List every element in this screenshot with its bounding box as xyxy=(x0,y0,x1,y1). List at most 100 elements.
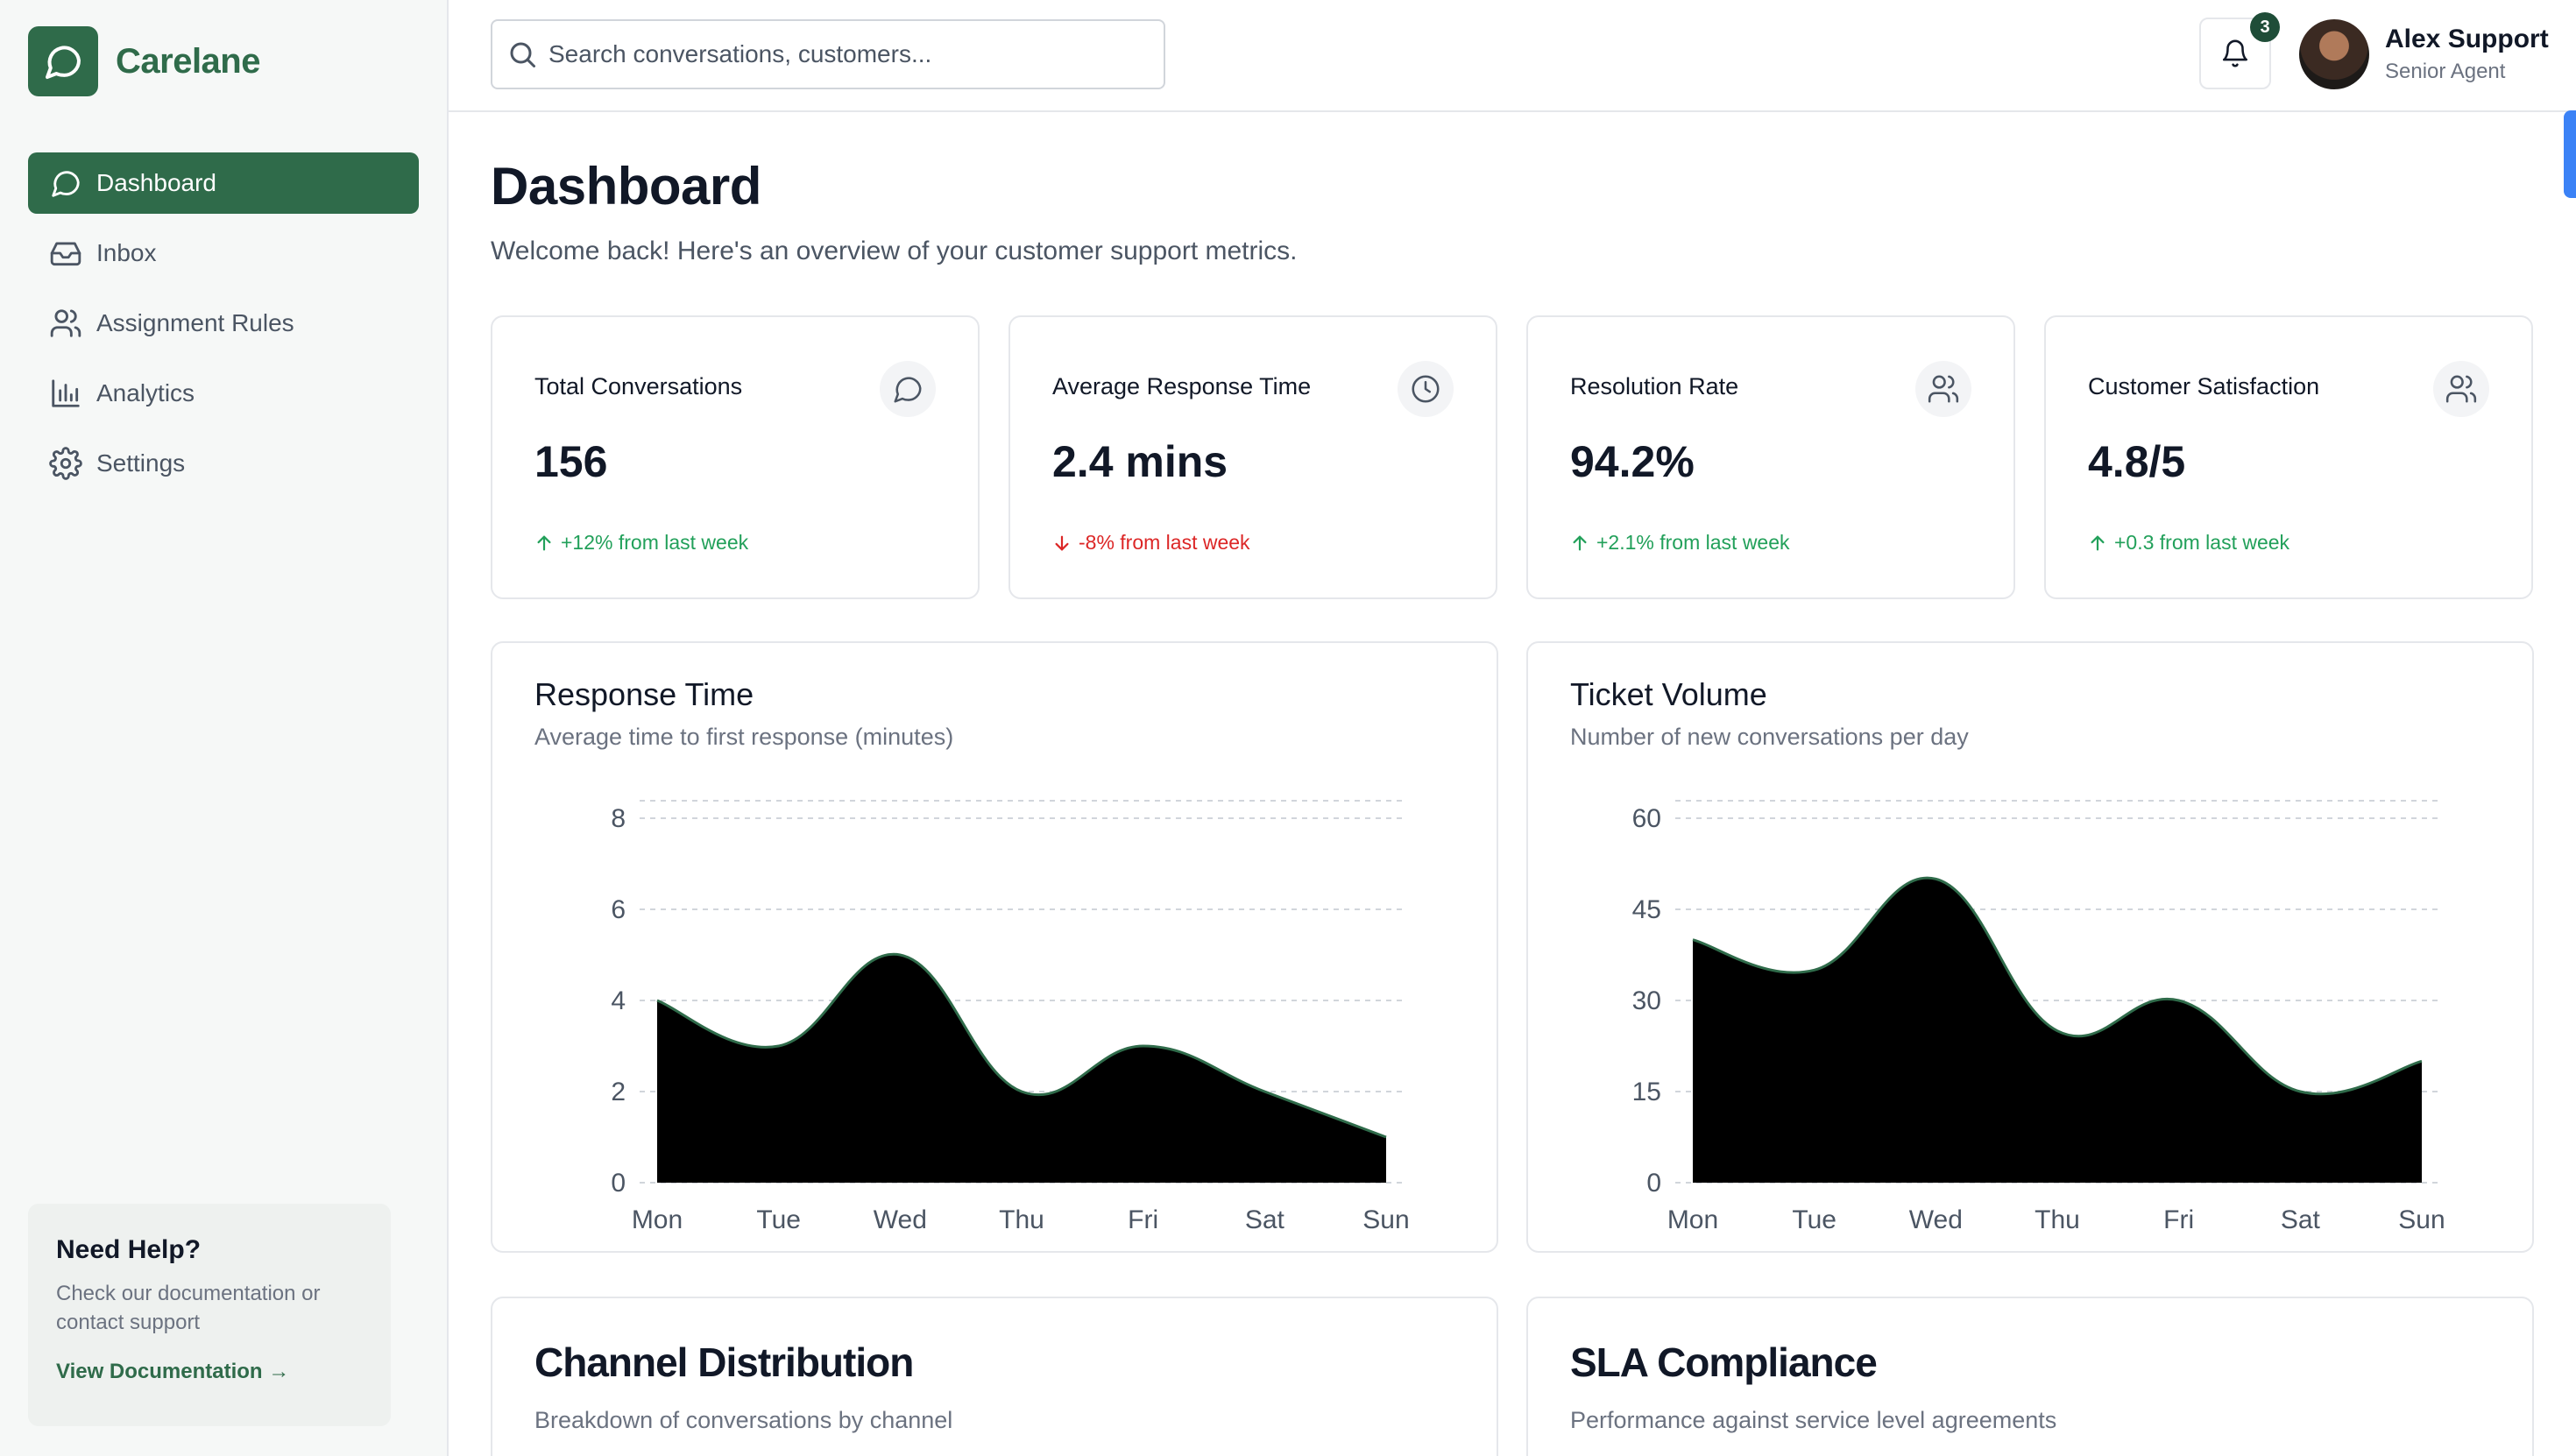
sidebar-item-inbox[interactable]: Inbox xyxy=(28,223,419,284)
stat-label: Customer Satisfaction xyxy=(2088,373,2320,399)
y-tick-label: 8 xyxy=(611,804,626,833)
brand[interactable]: Carelane xyxy=(28,26,260,96)
y-tick-label: 0 xyxy=(611,1169,626,1198)
inbox-icon xyxy=(50,242,81,266)
sla-compliance-card: SLA Compliance Performance against servi… xyxy=(1526,1297,2534,1456)
y-tick-label: 0 xyxy=(1646,1169,1661,1198)
y-tick-label: 4 xyxy=(611,986,626,1015)
stat-trend-text: +0.3 from last week xyxy=(2114,531,2290,554)
stat-icon xyxy=(2433,361,2489,417)
section-subtitle: Breakdown of conversations by channel xyxy=(534,1407,953,1433)
scroll-indicator[interactable] xyxy=(2564,110,2576,198)
gear-icon xyxy=(49,447,82,480)
y-tick-label: 2 xyxy=(611,1078,626,1106)
x-tick-label: Sun xyxy=(1362,1205,1409,1234)
top-header: 3 Alex Support Senior Agent xyxy=(449,0,2576,112)
search-input[interactable] xyxy=(548,40,1144,68)
x-tick-label: Fri xyxy=(1128,1205,1158,1234)
stat-value: 94.2% xyxy=(1570,437,1695,486)
stat-trend: +0.3 from last week xyxy=(2088,531,2289,555)
stat-trend: +2.1% from last week xyxy=(1570,531,1790,555)
channel-distribution-card: Channel Distribution Breakdown of conver… xyxy=(491,1297,1498,1456)
chat-icon xyxy=(894,377,922,403)
sidebar-item-label: Settings xyxy=(96,449,186,477)
sidebar-item-label: Analytics xyxy=(96,379,195,406)
arrow-up-icon xyxy=(537,535,551,550)
bar-chart-icon xyxy=(52,379,80,407)
stat-icon xyxy=(1398,361,1454,417)
chat-logo-icon xyxy=(28,26,98,96)
x-tick-label: Mon xyxy=(1667,1205,1718,1234)
user-name: Alex Support xyxy=(2385,25,2549,53)
x-tick-label: Fri xyxy=(2163,1205,2194,1234)
sidebar-item-dashboard[interactable]: Dashboard xyxy=(28,152,419,214)
stat-label: Average Response Time xyxy=(1052,373,1312,399)
avatar[interactable] xyxy=(2299,19,2369,89)
sidebar: Carelane Dashboard Inbox Assignment Rule… xyxy=(0,0,449,1456)
y-tick-label: 6 xyxy=(611,895,626,924)
arrow-down-icon xyxy=(1055,535,1069,550)
y-tick-label: 60 xyxy=(1632,804,1661,833)
response-time-chart-card: Response Time Average time to first resp… xyxy=(491,641,1498,1253)
x-tick-label: Wed xyxy=(874,1205,927,1234)
stat-trend-text: -8% from last week xyxy=(1079,531,1250,554)
stat-value: 4.8/5 xyxy=(2088,437,2186,486)
search-icon xyxy=(510,42,535,67)
chat-icon xyxy=(52,171,80,197)
y-tick-label: 30 xyxy=(1632,986,1661,1015)
sidebar-item-settings[interactable]: Settings xyxy=(28,433,419,494)
stat-card-average-response-time: Average Response Time 2.4 mins -8% from … xyxy=(1008,315,1497,599)
sidebar-nav: Dashboard Inbox Assignment Rules Analyti… xyxy=(28,152,419,503)
section-subtitle: Performance against service level agreem… xyxy=(1570,1407,2057,1433)
stat-trend-text: +2.1% from last week xyxy=(1596,531,1790,554)
x-tick-label: Sun xyxy=(2398,1205,2445,1234)
x-tick-label: Sat xyxy=(2281,1205,2321,1234)
section-title: Channel Distribution xyxy=(534,1339,914,1385)
help-text: Check our documentation or contact suppo… xyxy=(56,1282,321,1334)
x-tick-label: Tue xyxy=(1792,1205,1836,1234)
x-tick-label: Sat xyxy=(1245,1205,1285,1234)
page-subtitle: Welcome back! Here's an overview of your… xyxy=(491,237,1298,265)
page-title: Dashboard xyxy=(491,157,761,216)
search-box[interactable] xyxy=(491,19,1165,89)
arrow-up-icon xyxy=(2091,535,2105,550)
brand-name: Carelane xyxy=(116,41,260,81)
response-time-chart: 0 2 4 6 8 Mon Tue Wed Thu Fri Sat Sun xyxy=(611,800,1410,1234)
ticket-volume-chart: 0 15 30 45 60 Mon Tue Wed Thu Fri Sat Sun xyxy=(1632,800,2445,1234)
sidebar-item-label: Inbox xyxy=(96,239,157,266)
sidebar-item-analytics[interactable]: Analytics xyxy=(28,363,419,424)
stat-card-resolution-rate: Resolution Rate 94.2% +2.1% from last we… xyxy=(1526,315,2015,599)
users-icon xyxy=(50,309,81,337)
x-tick-label: Thu xyxy=(2035,1205,2080,1234)
sidebar-item-assignment-rules[interactable]: Assignment Rules xyxy=(28,293,419,354)
x-tick-label: Wed xyxy=(1909,1205,1963,1234)
y-tick-label: 15 xyxy=(1632,1078,1661,1106)
stat-label: Total Conversations xyxy=(534,373,743,399)
clock-icon xyxy=(1412,375,1440,403)
sidebar-item-label: Assignment Rules xyxy=(96,309,294,336)
y-tick-label: 45 xyxy=(1632,895,1661,924)
bell-icon xyxy=(2222,39,2248,67)
notification-count-badge: 3 xyxy=(2250,12,2280,42)
stat-icon xyxy=(880,361,936,417)
stat-card-total-conversations: Total Conversations 156 +12% from last w… xyxy=(491,315,980,599)
help-panel: Need Help? Check our documentation or co… xyxy=(28,1204,391,1426)
x-tick-label: Mon xyxy=(632,1205,683,1234)
sidebar-item-label: Dashboard xyxy=(96,169,216,196)
stat-trend: +12% from last week xyxy=(534,531,748,555)
stat-trend-text: +12% from last week xyxy=(561,531,749,554)
stat-value: 156 xyxy=(534,437,608,486)
x-tick-label: Thu xyxy=(999,1205,1044,1234)
arrow-up-icon xyxy=(1573,535,1587,550)
stat-trend: -8% from last week xyxy=(1052,531,1250,555)
view-documentation-link[interactable]: View Documentation → xyxy=(56,1360,363,1384)
area-series xyxy=(657,954,1386,1183)
x-tick-label: Tue xyxy=(756,1205,801,1234)
section-title: SLA Compliance xyxy=(1570,1339,1878,1385)
user-role: Senior Agent xyxy=(2385,60,2506,83)
stat-card-customer-satisfaction: Customer Satisfaction 4.8/5 +0.3 from la… xyxy=(2044,315,2533,599)
stat-value: 2.4 mins xyxy=(1052,437,1228,486)
users-icon xyxy=(2445,375,2477,403)
stat-icon xyxy=(1915,361,1971,417)
ticket-volume-chart-card: Ticket Volume Number of new conversation… xyxy=(1526,641,2534,1253)
